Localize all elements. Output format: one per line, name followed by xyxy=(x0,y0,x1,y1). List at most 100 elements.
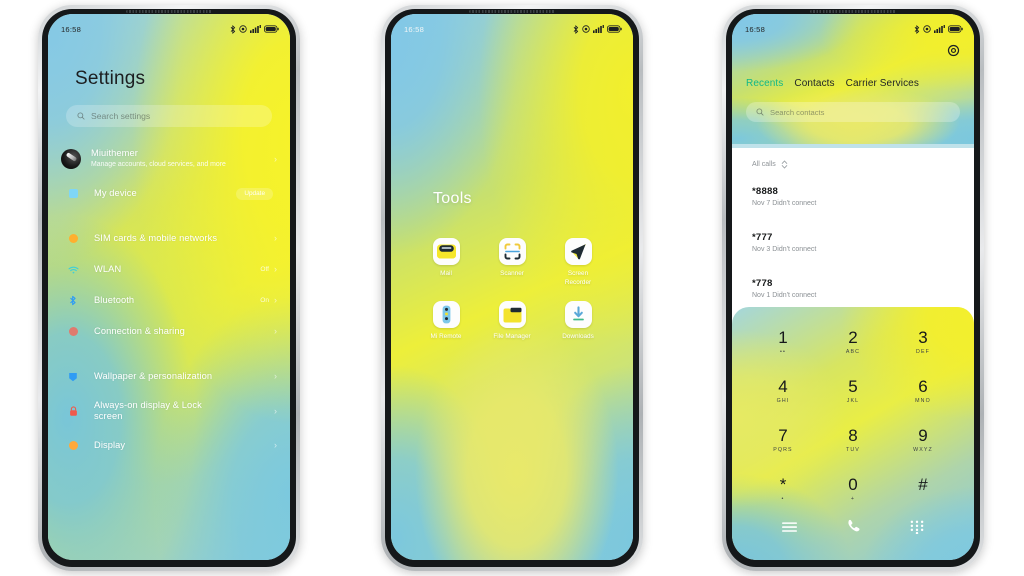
bluetooth-icon xyxy=(65,295,81,306)
key-letters: ABC xyxy=(845,349,861,355)
menu-icon[interactable] xyxy=(782,521,797,533)
key-letters: DEF xyxy=(916,349,930,355)
bluetooth-icon xyxy=(230,24,236,34)
dialpad-keys: 1 •• 2 ABC 3 DEF 4 GHI 5 JKL 6 MNO 7 PQRS 8 TUV … xyxy=(732,307,974,512)
call-meta: Nov 7 Didn't connect xyxy=(752,200,817,207)
account-subtitle: Manage accounts, cloud services, and mor… xyxy=(91,161,226,168)
app-scanner[interactable]: Scanner xyxy=(479,238,545,287)
tab-contacts[interactable]: Contacts xyxy=(794,78,834,89)
dialpad-key-star[interactable]: * • xyxy=(748,466,818,512)
dnd-icon xyxy=(582,25,590,33)
chevron-right-icon: › xyxy=(274,326,277,336)
dialer-tabs: Recents Contacts Carrier Services xyxy=(746,78,966,89)
key-digit: 8 xyxy=(848,426,858,445)
call-meta: Nov 3 Didn't connect xyxy=(752,246,817,253)
dialpad: 1 •• 2 ABC 3 DEF 4 GHI 5 JKL 6 MNO 7 PQRS 8 TUV … xyxy=(732,307,974,560)
app-file-manager[interactable]: File Manager xyxy=(479,301,545,342)
call-filter-label: All calls xyxy=(752,161,776,168)
dnd-icon xyxy=(239,25,247,33)
battery-icon xyxy=(948,25,963,33)
display-icon xyxy=(65,441,81,450)
status-icons xyxy=(914,24,963,34)
wallpaper-icon xyxy=(65,372,81,382)
dialpad-key-0[interactable]: 0 + xyxy=(818,466,888,512)
bluetooth-icon xyxy=(914,24,920,34)
settings-item-wlan[interactable]: WLAN Off › xyxy=(48,254,290,285)
dialpad-key-3[interactable]: 3 DEF xyxy=(888,319,958,365)
settings-item-connection-sharing[interactable]: Connection & sharing › xyxy=(48,316,290,347)
dialpad-key-9[interactable]: 9 WXYZ xyxy=(888,417,958,463)
app-mail[interactable]: Mail xyxy=(413,238,479,287)
update-badge[interactable]: Update xyxy=(236,187,273,200)
phone-bezel: 16:58 Recents Contacts Carrier Services … xyxy=(726,9,980,567)
key-digit: * xyxy=(779,475,787,494)
mail-icon xyxy=(432,238,460,265)
tab-recents[interactable]: Recents xyxy=(746,78,783,89)
settings-item-display[interactable]: Display › xyxy=(48,430,290,461)
key-letters: •• xyxy=(780,349,786,355)
item-value: Off xyxy=(260,266,269,273)
dialpad-key-7[interactable]: 7 PQRS xyxy=(748,417,818,463)
chevron-right-icon: › xyxy=(274,371,277,381)
search-icon xyxy=(77,112,85,120)
dialpad-key-6[interactable]: 6 MNO xyxy=(888,368,958,414)
settings-list: Miuithemer Manage accounts, cloud servic… xyxy=(48,140,290,461)
dialpad-key-hash[interactable]: # xyxy=(888,466,958,512)
lock-icon xyxy=(65,405,81,417)
settings-item-sim-cards[interactable]: SIM cards & mobile networks › xyxy=(48,223,290,254)
folder-title[interactable]: Tools xyxy=(433,190,633,208)
settings-item-my-device[interactable]: My device Update xyxy=(48,178,290,209)
connection-icon xyxy=(65,327,81,336)
call-log-row[interactable]: *778 Nov 1 Didn't connect xyxy=(732,262,974,308)
settings-item-bluetooth[interactable]: Bluetooth On › xyxy=(48,285,290,316)
key-letters: • xyxy=(781,496,785,502)
key-letters: PQRS xyxy=(773,447,793,453)
gear-icon[interactable] xyxy=(947,44,960,62)
search-contacts-input[interactable]: Search contacts xyxy=(746,102,960,122)
app-downloads[interactable]: Downloads xyxy=(545,301,611,342)
call-meta: Nov 1 Didn't connect xyxy=(752,292,817,299)
app-mi-remote[interactable]: Mi Remote xyxy=(413,301,479,342)
call-icon[interactable] xyxy=(845,518,862,535)
call-log-row[interactable]: *8888 Nov 7 Didn't connect xyxy=(732,177,974,216)
dialpad-key-4[interactable]: 4 GHI xyxy=(748,368,818,414)
settings-item-account[interactable]: Miuithemer Manage accounts, cloud servic… xyxy=(48,140,290,178)
dialpad-key-2[interactable]: 2 ABC xyxy=(818,319,888,365)
settings-item-aod-lockscreen[interactable]: Always-on display & Lock screen › xyxy=(48,392,290,430)
key-letters: + xyxy=(850,496,856,502)
file-manager-icon xyxy=(498,301,526,328)
call-log-row[interactable]: *777 Nov 3 Didn't connect xyxy=(732,216,974,262)
key-letters: WXYZ xyxy=(913,447,933,453)
dialpad-key-8[interactable]: 8 TUV xyxy=(818,417,888,463)
dialpad-key-1[interactable]: 1 •• xyxy=(748,319,818,365)
wifi-icon xyxy=(65,266,81,274)
key-digit: # xyxy=(918,475,928,494)
app-screen-recorder[interactable]: Screen Recorder xyxy=(545,238,611,287)
phone-bezel: 16:58 Settings Search settings Miuitheme… xyxy=(42,9,296,567)
app-label: File Manager xyxy=(493,333,531,340)
folder-phone: 16:58 Tools Mail Scanner Screen Recorder… xyxy=(381,5,643,571)
settings-item-wallpaper[interactable]: Wallpaper & personalization › xyxy=(48,361,290,392)
status-bar: 16:58 xyxy=(732,14,974,40)
account-name: Miuithemer xyxy=(91,148,138,158)
tab-carrier-services[interactable]: Carrier Services xyxy=(846,78,919,89)
key-digit: 1 xyxy=(778,328,788,347)
search-settings-input[interactable]: Search settings xyxy=(66,105,272,127)
keypad-icon[interactable] xyxy=(910,520,924,534)
call-number: *777 xyxy=(752,232,773,243)
bluetooth-icon xyxy=(573,24,579,34)
dialer-screen: 16:58 Recents Contacts Carrier Services … xyxy=(732,14,974,560)
search-placeholder: Search contacts xyxy=(770,107,825,117)
dialpad-key-5[interactable]: 5 JKL xyxy=(818,368,888,414)
app-label: Mi Remote xyxy=(430,333,462,340)
call-filter[interactable]: All calls xyxy=(732,156,974,177)
item-label: WLAN xyxy=(94,264,122,274)
earpiece-grille xyxy=(126,10,212,13)
chevron-right-icon: › xyxy=(274,405,277,416)
signal-bars-icon xyxy=(593,25,604,33)
status-clock: 16:58 xyxy=(61,24,82,34)
search-placeholder: Search settings xyxy=(91,111,151,121)
dialpad-bottom-nav xyxy=(732,512,974,535)
key-digit: 3 xyxy=(918,328,928,347)
item-label: Bluetooth xyxy=(94,295,135,305)
